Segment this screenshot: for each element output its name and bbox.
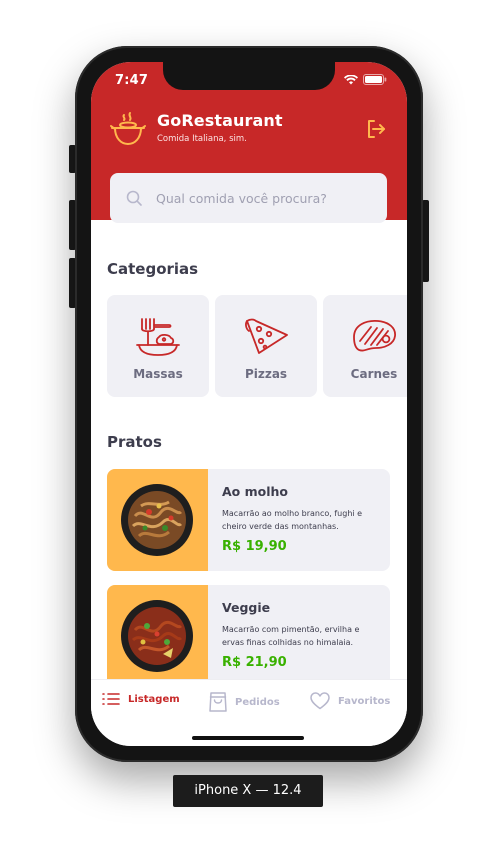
dish-card[interactable]: Veggie Macarrão com pimentão, ervilha e … [107,585,390,687]
pizza-icon [245,318,288,354]
dish-name: Veggie [222,600,271,615]
dish-image [107,585,208,687]
heart-icon [310,692,330,710]
device-caption: iPhone X — 12.4 [173,775,323,807]
category-card-carnes[interactable]: Carnes [323,295,407,397]
list-icon [102,693,120,705]
app-screen: 7:47 GoRestaurant Comida Italiana, sim. … [91,62,407,746]
dish-price: R$ 21,90 [222,655,287,670]
category-label: Massas [133,367,183,381]
category-label: Carnes [350,367,398,381]
tab-label: Favoritos [338,695,391,707]
brand-tagline: Comida Italiana, sim. [157,134,247,144]
power-button [422,200,429,282]
pasta-icon [136,318,180,356]
dish-description: Macarrão com pimentão, ervilha e ervas f… [222,625,360,647]
search-input[interactable] [156,190,356,206]
cooking-pot-icon [110,112,146,145]
tab-listagem[interactable]: Listagem [102,692,180,706]
categories-title: Categorias [107,260,199,278]
dish-description: Macarrão ao molho branco, fughi e cheiro… [222,509,363,531]
tab-favoritos[interactable]: Favoritos [310,692,390,710]
logout-icon[interactable] [365,118,387,140]
dish-card[interactable]: Ao molho Macarrão ao molho branco, fughi… [107,469,390,571]
dish-name: Ao molho [222,484,288,499]
tab-pedidos[interactable]: Pedidos [209,692,280,712]
dish-price: R$ 19,90 [222,539,287,554]
tab-label: Listagem [128,693,180,705]
search-icon [126,190,142,206]
tab-label: Pedidos [235,696,280,708]
notch [163,62,335,90]
pasta-bowl-image [121,600,193,672]
shopping-bag-icon [209,692,227,712]
dish-image [107,469,208,571]
dishes-title: Pratos [107,433,162,451]
category-label: Pizzas [244,367,288,381]
category-card-massas[interactable]: Massas [107,295,209,397]
steak-icon [353,320,396,352]
pasta-bowl-image [121,484,193,556]
search-box[interactable] [110,173,387,223]
category-card-pizzas[interactable]: Pizzas [215,295,317,397]
status-icons [344,74,387,85]
brand-name: GoRestaurant [157,111,283,130]
wifi-icon [344,74,358,84]
tab-bar: Listagem Pedidos Favoritos [91,679,407,746]
status-time: 7:47 [115,73,149,88]
home-indicator[interactable] [192,736,304,740]
battery-icon [363,74,387,85]
